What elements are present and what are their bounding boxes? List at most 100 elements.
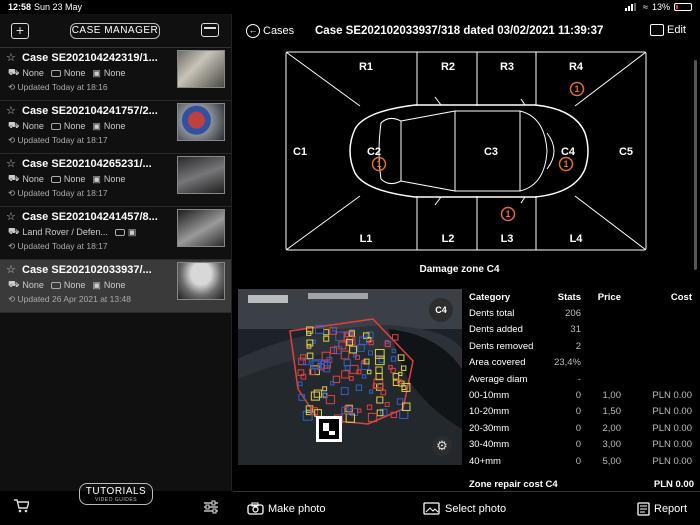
damage-marker-r4[interactable]: 1 [569, 81, 585, 97]
case-list-item[interactable]: ☆ Case SE202104241457/8... ⛟ Land Rover /… [0, 207, 231, 260]
plate-icon [50, 281, 61, 289]
case-field: None [103, 280, 126, 290]
signal-icon [625, 3, 639, 11]
wifi-icon: ≈ [643, 2, 648, 12]
svg-text:1: 1 [376, 159, 381, 169]
case-title: Case SE202104265231/... [22, 158, 152, 170]
edit-icon [650, 24, 664, 36]
case-updated: ⟲ Updated Today at 18:16 [8, 82, 108, 93]
zone-label-l4[interactable]: L4 [570, 233, 584, 245]
star-icon[interactable]: ☆ [6, 263, 16, 276]
zone-label-l2[interactable]: L2 [442, 233, 455, 245]
price-cell: 2,00 [602, 422, 622, 434]
stats-cell: 206 [565, 308, 581, 320]
zone-label-l1[interactable]: L1 [360, 233, 373, 245]
table-header-row: Category Stats Price Cost [469, 289, 694, 305]
tutorials-button[interactable]: TUTORIALS VIDEO GUIDES [79, 483, 153, 505]
edit-button[interactable]: Edit [650, 24, 686, 36]
battery-percent: 13% [651, 2, 670, 12]
add-case-button[interactable]: + [11, 23, 29, 39]
stats-cell: 2 [575, 340, 581, 352]
category-cell: 10-20mm [469, 406, 510, 418]
damage-marker-c2[interactable]: 1 [371, 156, 387, 172]
table-row: 00-10mm 0 1,00 PLN 0.00 [469, 387, 694, 403]
stats-cell: 31 [570, 324, 581, 336]
category-cell: Dents added [469, 324, 523, 336]
zone-label-l3[interactable]: L3 [501, 233, 514, 245]
case-manager-button[interactable]: CASE MANAGER [70, 23, 160, 39]
zone-label-c5[interactable]: C5 [619, 146, 633, 158]
zone-label-c3[interactable]: C3 [484, 146, 498, 158]
back-arrow-icon: ← [246, 24, 260, 38]
case-header: ← Cases Case SE202102033937/318 dated 03… [233, 14, 700, 48]
case-thumbnail [177, 103, 225, 141]
back-button[interactable]: ← Cases [246, 24, 294, 38]
updated-text: Updated Today at 18:17 [17, 241, 108, 251]
case-field: None [63, 174, 86, 184]
zone-label-r3[interactable]: R3 [500, 61, 514, 73]
scrollbar[interactable] [694, 60, 697, 270]
case-list-item[interactable]: ☆ Case SE202104241757/2... ⛟ None None ▣ N… [0, 101, 231, 154]
table-row: Dents added 31 [469, 322, 694, 338]
stats-cell: 0 [575, 406, 581, 418]
category-cell: 30-40mm [469, 439, 510, 451]
star-icon[interactable]: ☆ [6, 51, 16, 64]
case-list-item-selected[interactable]: ☆ Case SE202102033937/... ⛟ None None ▣ No… [0, 260, 231, 313]
table-row: 40+mm 0 5,00 PLN 0.00 [469, 453, 694, 469]
case-meta-row: ⛟ None None ▣ None [8, 120, 125, 132]
zone-label-r1[interactable]: R1 [359, 61, 373, 73]
star-icon[interactable]: ☆ [6, 210, 16, 223]
report-button[interactable]: Report [637, 502, 687, 516]
damage-marker-l3[interactable]: 1 [500, 206, 516, 222]
zone-label-c4[interactable]: C4 [561, 146, 576, 158]
car-zone-diagram: R1 R2 R3 R4 C1 C2 C3 C4 C5 L1 L2 L3 L4 1… [285, 51, 647, 251]
case-list-item[interactable]: ☆ Case SE202104242319/1... ⛟ None None ▣ N… [0, 48, 231, 101]
tutorials-sublabel: VIDEO GUIDES [94, 497, 138, 503]
col-cost: Cost [670, 291, 692, 303]
make-photo-button[interactable]: Make photo [247, 502, 325, 515]
updated-text: Updated Today at 18:17 [17, 188, 108, 198]
case-field: None [22, 280, 44, 290]
category-cell: Dents removed [469, 340, 534, 352]
cost-cell: PLN 0.00 [652, 390, 692, 402]
car-icon: ⛟ [8, 67, 20, 77]
car-icon: ⛟ [8, 279, 20, 289]
zone-label-r2[interactable]: R2 [441, 61, 455, 73]
case-field: None [103, 121, 126, 131]
svg-text:1: 1 [505, 209, 510, 219]
card-icon[interactable] [201, 23, 219, 37]
cost-cell: PLN 0.00 [652, 455, 692, 467]
zone-label-c1[interactable]: C1 [293, 146, 307, 158]
case-list-item[interactable]: ☆ Case SE202104265231/... ⛟ None None ▣ No… [0, 154, 231, 207]
table-row: 30-40mm 0 3,00 PLN 0.00 [469, 437, 694, 453]
cost-cell: PLN 0.00 [652, 406, 692, 418]
star-icon[interactable]: ☆ [6, 157, 16, 170]
case-updated: ⟲ Updated Today at 18:17 [8, 135, 108, 146]
select-photo-button[interactable]: Select photo [423, 502, 506, 515]
user-icon: ▣ [127, 226, 137, 237]
user-icon: ▣ [92, 279, 101, 290]
zone-label-c2[interactable]: C2 [367, 146, 381, 158]
table-row: 20-30mm 0 2,00 PLN 0.00 [469, 420, 694, 436]
col-price: Price [597, 291, 621, 303]
cart-icon[interactable] [13, 499, 30, 513]
table-row: Dents removed 2 [469, 338, 694, 354]
case-field: None [22, 174, 44, 184]
user-icon: ▣ [92, 120, 101, 131]
sliders-icon[interactable] [203, 500, 219, 514]
star-icon[interactable]: ☆ [6, 104, 16, 117]
status-time: 12:58 [8, 2, 32, 12]
case-title: Case SE202104241457/8... [22, 211, 158, 223]
category-cell: 00-10mm [469, 390, 510, 402]
svg-text:1: 1 [563, 159, 568, 169]
damage-photo[interactable]: C4 ⚙ [238, 289, 462, 465]
damage-marker-c4[interactable]: 1 [558, 156, 574, 172]
case-title: Case SE202104242319/1... [22, 52, 158, 64]
tutorials-label: TUTORIALS [85, 486, 147, 497]
case-meta-row: ⛟ None None ▣ None [8, 67, 125, 79]
settings-gear-icon[interactable]: ⚙ [432, 436, 452, 456]
user-icon: ▣ [92, 67, 101, 78]
plate-icon [50, 69, 61, 77]
zone-label-r4[interactable]: R4 [569, 61, 584, 73]
stats-cell: 23,4% [554, 357, 581, 369]
